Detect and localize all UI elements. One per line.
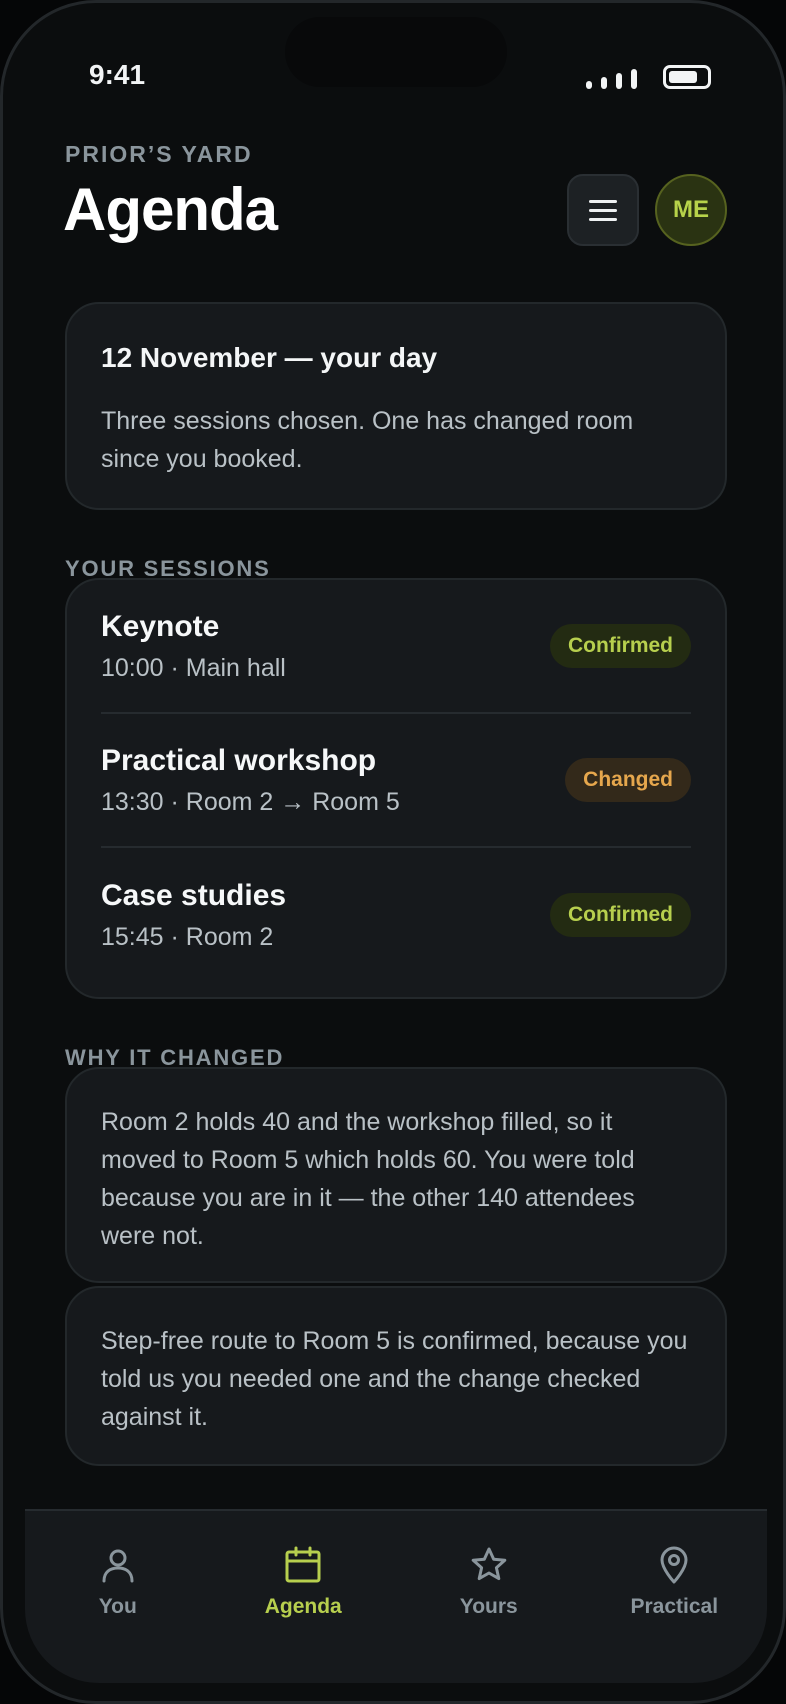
status-time: 9:41 <box>89 59 146 90</box>
page-title: Agenda <box>63 176 278 243</box>
calendar-icon <box>285 1546 321 1583</box>
battery-icon <box>663 65 711 89</box>
sessions-list: Keynote 10:00 · Main hall Confirmed Prac… <box>65 578 727 999</box>
accessibility-note-text: Step-free route to Room 5 is confirmed, … <box>101 1327 688 1431</box>
session-row[interactable]: Keynote 10:00 · Main hall Confirmed <box>101 580 691 714</box>
day-summary-card: 12 November — your day Three sessions ch… <box>65 302 727 510</box>
session-name: Case studies <box>101 878 287 912</box>
tab-bar: You Agenda Yours Practical <box>25 1509 767 1683</box>
tab-label: Agenda <box>264 1595 342 1618</box>
tab-you[interactable]: You <box>25 1511 211 1683</box>
change-reason-text: Room 2 holds 40 and the workshop filled,… <box>101 1108 635 1250</box>
session-meta: 15:45 · Room 2 <box>101 922 274 951</box>
person-icon <box>102 1549 134 1583</box>
change-reason-card: Room 2 holds 40 and the workshop filled,… <box>65 1067 727 1283</box>
tab-yours[interactable]: Yours <box>396 1511 582 1683</box>
menu-button[interactable] <box>567 174 639 246</box>
map-pin-icon <box>660 1546 688 1584</box>
summary-text: Three sessions chosen. One has changed r… <box>101 407 634 473</box>
dynamic-island <box>285 17 507 87</box>
session-row[interactable]: Case studies 15:45 · Room 2 Confirmed <box>101 848 691 982</box>
phone-frame: 9:41 PRIOR’S YARD Agenda ME 12 November … <box>0 0 786 1704</box>
tab-agenda[interactable]: Agenda <box>211 1511 397 1683</box>
status-badge: Changed <box>565 758 691 802</box>
session-name: Keynote <box>101 609 220 643</box>
session-meta: 10:00 · Main hall <box>101 653 286 682</box>
session-name: Practical workshop <box>101 743 377 777</box>
status-badge: Confirmed <box>550 893 691 937</box>
venue-label: PRIOR’S YARD <box>65 141 253 167</box>
menu-icon-line <box>589 199 617 203</box>
tab-label: You <box>98 1595 137 1618</box>
star-icon <box>471 1547 507 1581</box>
status-badge: Confirmed <box>550 624 691 668</box>
tab-label: Yours <box>459 1595 518 1618</box>
tab-label: Practical <box>630 1595 719 1618</box>
menu-icon-line <box>589 217 617 221</box>
signal-icon <box>586 69 637 89</box>
session-meta: 13:30 · Room 2 → Room 5 <box>101 787 400 816</box>
accessibility-note-card: Step-free route to Room 5 is confirmed, … <box>65 1286 727 1466</box>
avatar[interactable]: ME <box>655 174 727 246</box>
menu-icon-line <box>589 208 617 212</box>
tab-practical[interactable]: Practical <box>582 1511 768 1683</box>
session-row[interactable]: Practical workshop 13:30 · Room 2 → Room… <box>101 714 691 848</box>
summary-title: 12 November — your day <box>101 342 438 373</box>
